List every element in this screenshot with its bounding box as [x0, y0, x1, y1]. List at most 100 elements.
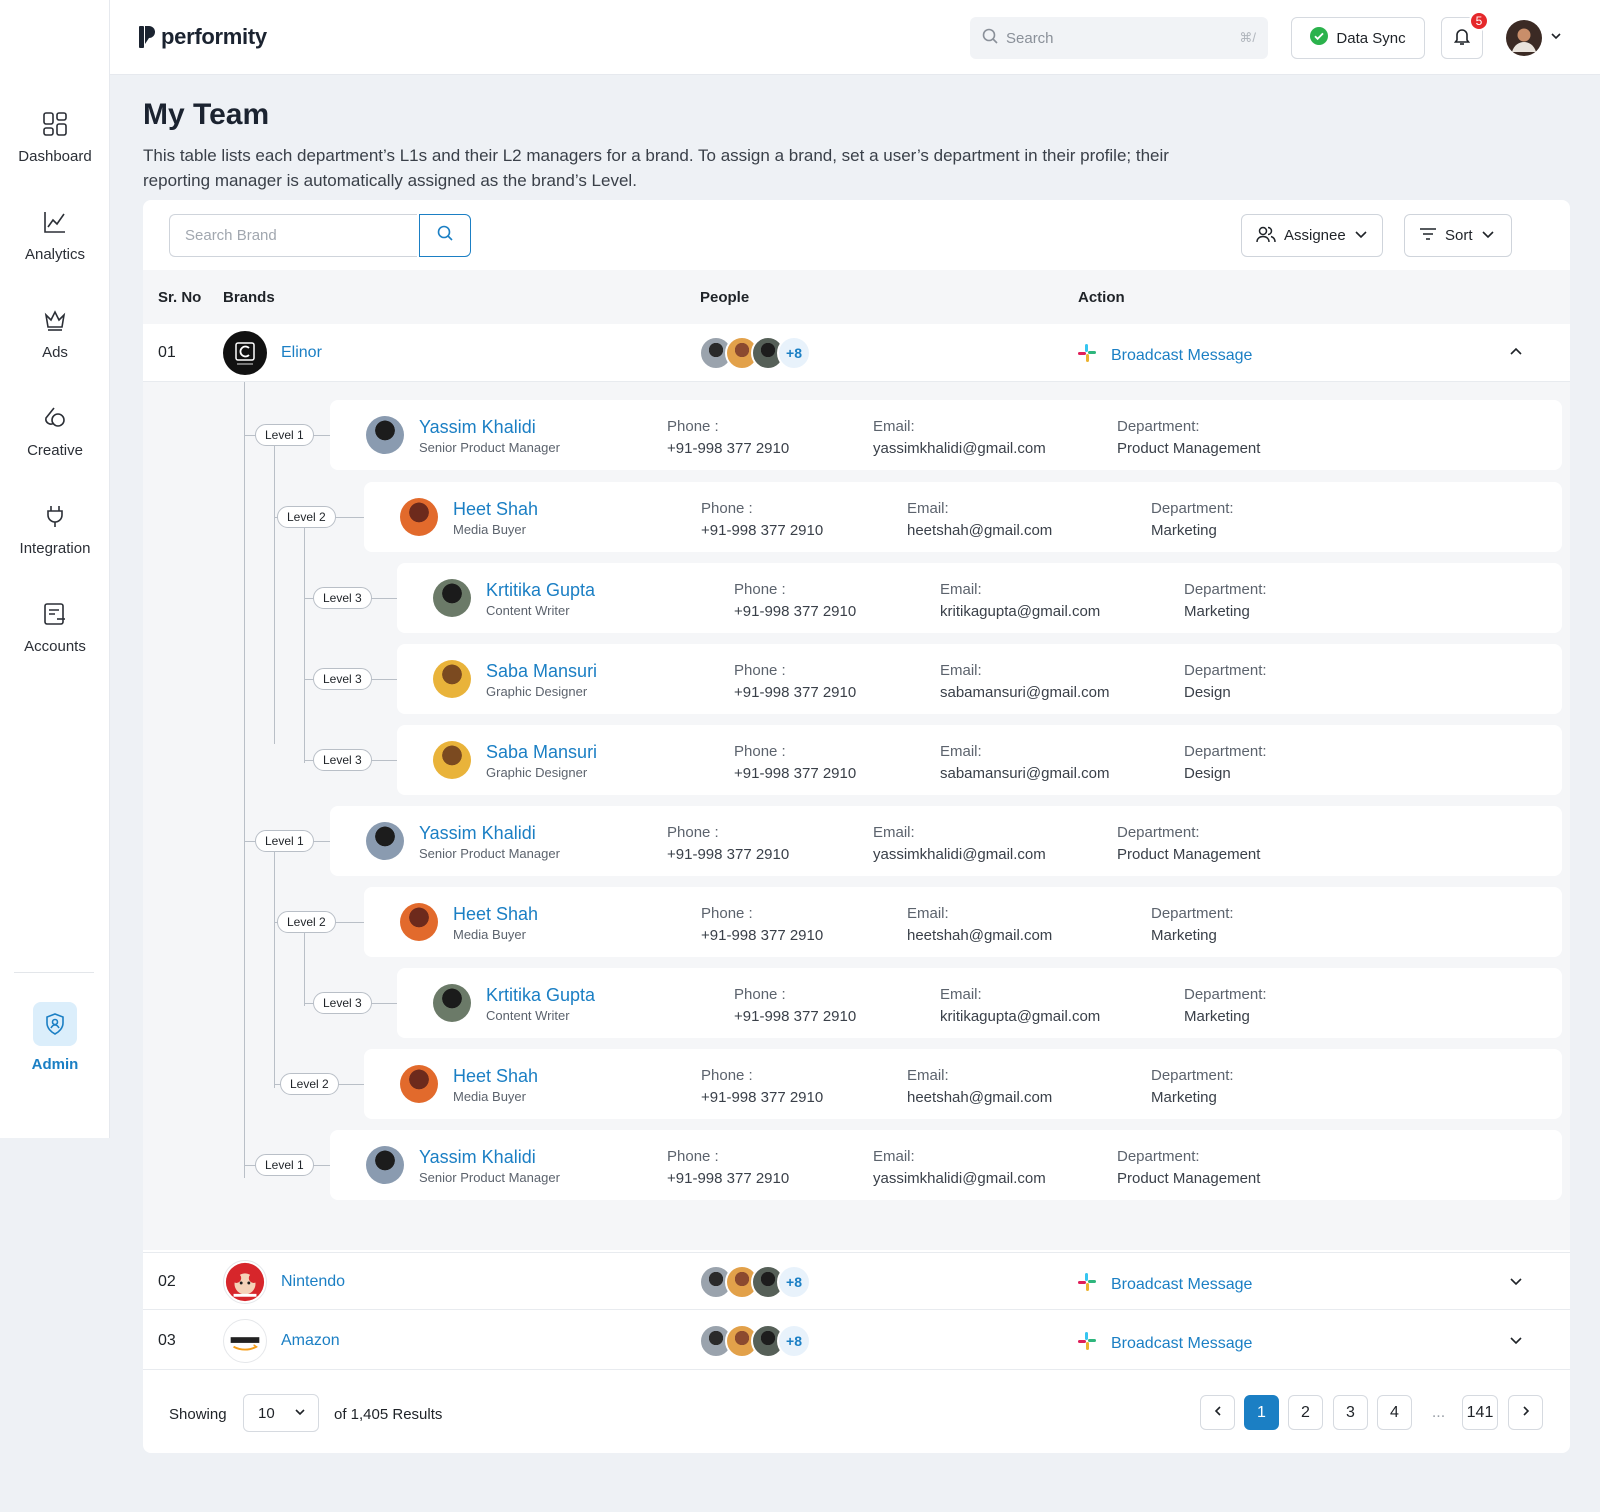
level-badge: Level 2 — [277, 911, 336, 933]
member-name-link[interactable]: Yassim Khalidi — [419, 1147, 536, 1168]
col-action: Action — [1078, 289, 1125, 306]
field-label: Email: — [907, 500, 949, 517]
chevron-up-icon[interactable] — [1509, 345, 1523, 364]
field-value[interactable]: heetshah@gmail.com — [907, 1087, 1052, 1109]
chevron-down-icon[interactable] — [1509, 1333, 1523, 1352]
member-role: Media Buyer — [453, 927, 526, 942]
field-value[interactable]: kritikagupta@gmail.com — [940, 1006, 1100, 1028]
member-name-link[interactable]: Saba Mansuri — [486, 661, 597, 682]
member-role: Graphic Designer — [486, 765, 588, 780]
nav-analytics[interactable]: Analytics — [0, 208, 110, 263]
nav-integration[interactable]: Integration — [0, 502, 110, 557]
next-page-button[interactable] — [1508, 1395, 1543, 1430]
nav-ads[interactable]: Ads — [0, 306, 110, 361]
field-label: Phone : — [701, 500, 753, 517]
member-email: Email: heetshah@gmail.com — [907, 1065, 1052, 1109]
field-label: Phone : — [667, 418, 719, 435]
col-sr-no: Sr. No — [158, 289, 202, 306]
team-member-card[interactable]: Krtitika Gupta Content Writer Phone : +91-9… — [397, 563, 1562, 633]
member-name-link[interactable]: Saba Mansuri — [486, 742, 597, 763]
brand-name-link[interactable]: Elinor — [281, 344, 322, 362]
brand-search-input[interactable]: Search Brand — [169, 214, 417, 257]
brand-name-link[interactable]: Amazon — [281, 1332, 340, 1350]
profile-menu[interactable] — [1506, 20, 1562, 56]
member-name-link[interactable]: Heet Shah — [453, 499, 538, 520]
field-label: Department: — [1117, 418, 1200, 435]
field-value[interactable]: heetshah@gmail.com — [907, 925, 1052, 947]
field-label: Phone : — [734, 581, 786, 598]
member-name-link[interactable]: Yassim Khalidi — [419, 417, 536, 438]
member-name-link[interactable]: Heet Shah — [453, 904, 538, 925]
table-row[interactable]: 02 Nintendo +8 Broadcast Message — [143, 1252, 1570, 1310]
row-sr-no: 03 — [158, 1332, 176, 1349]
nav-label: Admin — [31, 1056, 79, 1073]
field-value: Design — [1184, 684, 1231, 701]
table-row[interactable]: 03 Amazon +8 Broadcast Message — [143, 1312, 1570, 1370]
accounts-icon — [41, 600, 69, 628]
broadcast-message-link[interactable]: Broadcast Message — [1077, 1272, 1252, 1297]
row-sr-no: 02 — [158, 1273, 176, 1290]
member-email: Email: kritikagupta@gmail.com — [940, 984, 1100, 1028]
bell-icon — [1452, 26, 1472, 51]
avatar — [366, 822, 404, 860]
avatar — [433, 579, 471, 617]
page-button-3[interactable]: 3 — [1333, 1395, 1368, 1430]
table-row[interactable]: 01 Elinor +8 Broadcast Message — [143, 324, 1570, 382]
nav-admin[interactable]: Admin — [0, 1002, 110, 1073]
chevron-down-icon — [1481, 227, 1495, 245]
field-value[interactable]: kritikagupta@gmail.com — [940, 601, 1100, 623]
avatar — [400, 498, 438, 536]
page-button-4[interactable]: 4 — [1377, 1395, 1412, 1430]
assignee-filter-button[interactable]: Assignee — [1241, 214, 1383, 257]
broadcast-message-link[interactable]: Broadcast Message — [1077, 343, 1252, 368]
field-value[interactable]: sabamansuri@gmail.com — [940, 682, 1109, 704]
field-value[interactable]: heetshah@gmail.com — [907, 520, 1052, 542]
team-member-card[interactable]: Saba Mansuri Graphic Designer Phone : +91-9… — [397, 725, 1562, 795]
global-search-input[interactable]: Search ⌘/ — [970, 17, 1268, 59]
nav-creative[interactable]: Creative — [0, 404, 110, 459]
field-value[interactable]: yassimkhalidi@gmail.com — [873, 1168, 1046, 1190]
member-name-link[interactable]: Yassim Khalidi — [419, 823, 536, 844]
member-role: Senior Product Manager — [419, 440, 560, 455]
field-value[interactable]: sabamansuri@gmail.com — [940, 763, 1109, 785]
team-member-card[interactable]: Yassim Khalidi Senior Product Manager Phon… — [330, 400, 1562, 470]
team-member-card[interactable]: Heet Shah Media Buyer Phone : +91-998 377 2… — [364, 1049, 1562, 1119]
team-member-card[interactable]: Yassim Khalidi Senior Product Manager Phon… — [330, 1130, 1562, 1200]
member-email: Email: sabamansuri@gmail.com — [940, 660, 1109, 704]
prev-page-button[interactable] — [1200, 1395, 1235, 1430]
crown-icon — [41, 306, 69, 334]
avatar — [433, 984, 471, 1022]
chevron-down-icon[interactable] — [1509, 1274, 1523, 1293]
page-button-2[interactable]: 2 — [1288, 1395, 1323, 1430]
member-name-link[interactable]: Krtitika Gupta — [486, 580, 595, 601]
team-member-card[interactable]: Saba Mansuri Graphic Designer Phone : +91-9… — [397, 644, 1562, 714]
brand-search-button[interactable] — [419, 214, 471, 257]
team-member-card[interactable]: Yassim Khalidi Senior Product Manager Phon… — [330, 806, 1562, 876]
per-page-select[interactable]: 10 — [243, 1394, 319, 1432]
field-label: Department: — [1151, 905, 1234, 922]
team-member-card[interactable]: Heet Shah Media Buyer Phone : +91-998 377 2… — [364, 887, 1562, 957]
member-name-link[interactable]: Krtitika Gupta — [486, 985, 595, 1006]
field-label: Phone : — [667, 824, 719, 841]
people-avatars[interactable]: +8 — [699, 1265, 811, 1299]
level-badge: Level 3 — [313, 668, 372, 690]
field-value[interactable]: yassimkhalidi@gmail.com — [873, 844, 1046, 866]
field-label: Department: — [1184, 986, 1267, 1003]
people-avatars[interactable]: +8 — [699, 1324, 811, 1358]
broadcast-message-link[interactable]: Broadcast Message — [1077, 1331, 1252, 1356]
nav-accounts[interactable]: Accounts — [0, 600, 110, 655]
team-member-card[interactable]: Heet Shah Media Buyer Phone : +91-998 377 2… — [364, 482, 1562, 552]
sort-button[interactable]: Sort — [1404, 214, 1512, 257]
nav-dashboard[interactable]: Dashboard — [0, 110, 110, 165]
field-value[interactable]: yassimkhalidi@gmail.com — [873, 438, 1046, 460]
data-sync-button[interactable]: Data Sync — [1291, 17, 1425, 59]
page-button-last[interactable]: 141 — [1462, 1395, 1498, 1430]
brand-name-link[interactable]: Nintendo — [281, 1273, 345, 1291]
member-name-link[interactable]: Heet Shah — [453, 1066, 538, 1087]
team-member-card[interactable]: Krtitika Gupta Content Writer Phone : +91-9… — [397, 968, 1562, 1038]
app-logo[interactable]: performity — [138, 24, 267, 50]
avatar — [1506, 20, 1542, 56]
page-button-1[interactable]: 1 — [1244, 1395, 1279, 1430]
field-value: Marketing — [1151, 522, 1217, 539]
people-avatars[interactable]: +8 — [699, 336, 811, 370]
